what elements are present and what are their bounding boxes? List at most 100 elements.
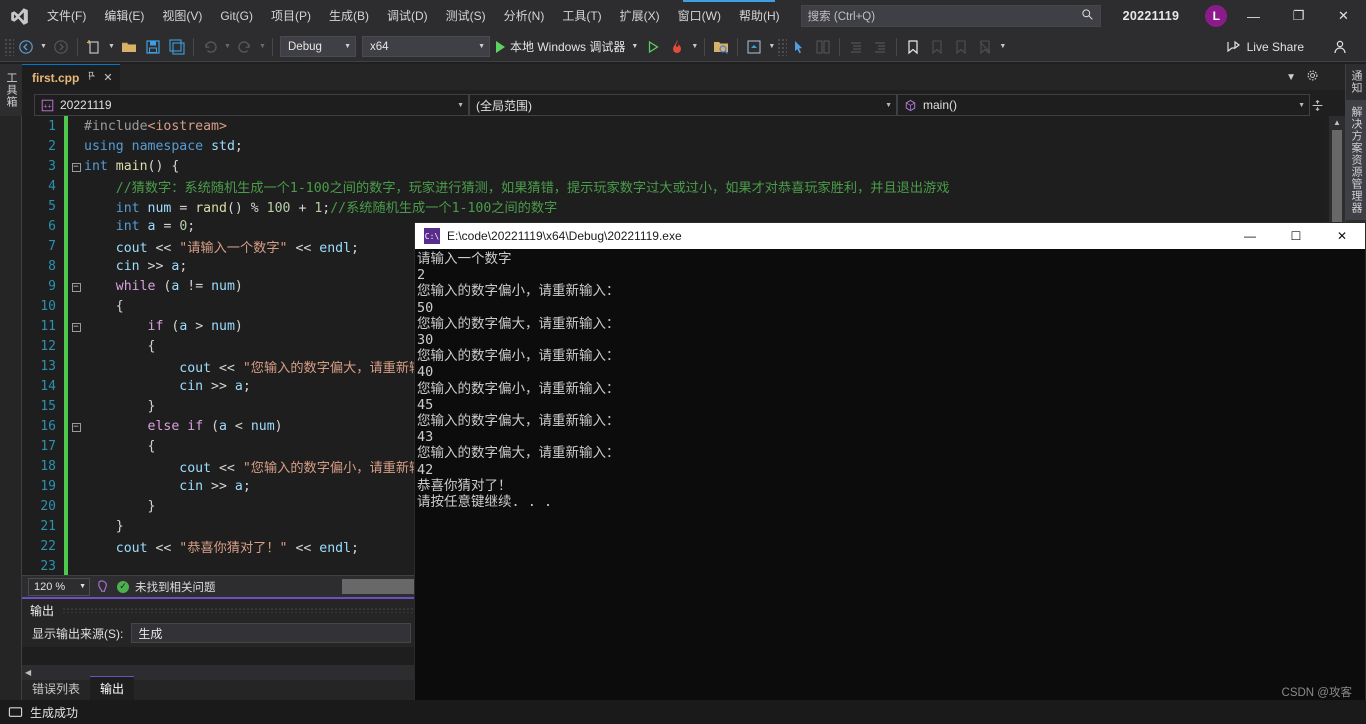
pointer-select-icon[interactable] [787,35,811,59]
fold-toggle[interactable]: − [68,161,84,172]
project-scope-combo[interactable]: ++ 20221119 ▼ [34,94,469,116]
send-feedback-icon[interactable] [1328,35,1352,59]
fold-toggle[interactable]: − [68,421,84,432]
close-icon[interactable]: ✕ [103,71,112,84]
gear-icon[interactable] [1306,69,1319,85]
start-debugging-button[interactable]: 本地 Windows 调试器 ▼ [493,35,641,59]
project-icon: ++ [41,99,54,112]
menu-item-debug[interactable]: 调试(D) [378,0,437,32]
console-output-area[interactable]: 请输入一个数字 2 您输入的数字偏小，请重新输入： 50 您输入的数字偏大，请重新输入：… [415,249,1365,510]
console-minimize-button[interactable]: — [1227,223,1273,249]
hot-reload-dropdown-icon[interactable]: ▼ [689,35,700,59]
save-icon[interactable] [141,35,165,59]
console-maximize-button[interactable]: ☐ [1273,223,1319,249]
change-marker [64,396,68,416]
toolbar-overflow-icon[interactable]: ▼ [997,35,1008,59]
line-number: 16 [40,418,56,434]
hot-reload-icon[interactable] [665,35,689,59]
chevron-down-icon-tabs[interactable]: ▼ [1286,72,1296,83]
code-line[interactable]: 5 int num = rand() % 100 + 1;//系统随机生成一个1… [22,196,1323,216]
search-input[interactable]: 搜索 (Ctrl+Q) [800,5,1101,27]
code-navigation-bar: ++ 20221119 ▼ (全局范围) ▼ main() ▼ [34,94,1324,116]
save-all-icon[interactable] [165,35,189,59]
code-text: #include<iostream> [84,118,227,134]
code-line[interactable]: 1 #include<iostream> [22,116,1323,136]
attach-to-process-icon[interactable] [709,35,733,59]
toggle-bookmark-icon[interactable] [901,35,925,59]
split-editor-icon[interactable] [1310,94,1324,116]
minimize-button[interactable]: — [1231,0,1276,32]
code-line[interactable]: 3 − int main() { [22,156,1323,176]
toolbar-grip[interactable] [4,37,14,56]
menu-item-git[interactable]: Git(G) [211,0,262,32]
menu-item-test[interactable]: 测试(S) [437,0,495,32]
solution-platform-combo[interactable]: x64 ▼ [362,36,490,57]
no-issues-icon: ✓ [117,580,129,593]
editor-status-strip: 120 % ▼ ✓ 未找到相关问题 ◀ [22,575,436,597]
output-source-label: 显示输出来源(S): [32,626,124,641]
menu-item-edit[interactable]: 编辑(E) [95,0,153,32]
code-text: cout << "您输入的数字偏小，请重新输入：" [179,460,457,476]
menu-item-window[interactable]: 窗口(W) [669,0,730,32]
menu-item-analyze[interactable]: 分析(N) [495,0,554,32]
navigate-backward-dropdown-icon[interactable]: ▼ [38,35,49,59]
fold-toggle[interactable]: − [68,321,84,332]
console-line: 您输入的数字偏小，请重新输入： [417,348,620,365]
new-project-dropdown-icon[interactable]: ▼ [106,35,117,59]
svg-text:++: ++ [43,103,52,111]
line-number: 3 [48,158,56,174]
start-without-debugging-icon[interactable] [641,35,665,59]
code-analysis-icon[interactable] [96,579,111,594]
live-share-button[interactable]: Live Share [1226,39,1304,55]
zoom-level-combo[interactable]: 120 % ▼ [28,577,90,596]
console-close-button[interactable]: ✕ [1319,223,1365,249]
new-project-icon[interactable] [82,35,106,59]
toolbox-tab[interactable]: 工具箱 [0,64,22,116]
console-line: 您输入的数字偏大，请重新输入： [417,445,620,462]
menu-item-file[interactable]: 文件(F) [38,0,95,32]
navigate-backward-icon[interactable] [14,35,38,59]
tab-error-list[interactable]: 错误列表 [22,677,90,700]
change-marker [64,116,68,136]
open-file-icon[interactable] [117,35,141,59]
scroll-up-icon[interactable]: ▲ [1329,116,1345,127]
redo-icon [233,35,257,59]
change-marker [64,136,68,156]
fold-toggle[interactable]: − [68,281,84,292]
close-button[interactable]: ✕ [1321,0,1366,32]
member-scope-combo[interactable]: (全局范围) ▼ [469,94,897,116]
solution-explorer-icon[interactable] [742,35,766,59]
code-line[interactable]: 4 //猜数字：系统随机生成一个1-100之间的数字，玩家进行猜测，如果猜错，提… [22,176,1323,196]
console-window[interactable]: C:\ E:\code\20221119\x64\Debug\20221119.… [414,222,1366,724]
menu-item-view[interactable]: 视图(V) [153,0,211,32]
solution-explorer-dropdown-icon[interactable]: ▼ [766,35,777,59]
tab-output[interactable]: 输出 [90,676,135,700]
pin-icon[interactable] [86,71,96,84]
code-line[interactable]: 2 using namespace std; [22,136,1323,156]
notifications-tab[interactable]: 通知 [1346,64,1366,100]
output-hscroll-left-icon[interactable]: ◀ [25,668,31,677]
start-debugging-dropdown-icon[interactable]: ▼ [631,43,638,50]
output-text-area[interactable] [22,647,414,665]
toolbar-grip-2[interactable] [777,37,788,56]
account-avatar[interactable]: L [1205,5,1228,27]
navigate-forward-icon [49,35,73,59]
console-title-bar[interactable]: C:\ E:\code\20221119\x64\Debug\20221119.… [415,223,1365,249]
output-source-combo[interactable]: 生成 [131,623,412,643]
output-drag-handle[interactable] [62,607,414,613]
menu-item-project[interactable]: 项目(P) [262,0,320,32]
menu-item-build[interactable]: 生成(B) [320,0,378,32]
previous-bookmark-icon [925,35,949,59]
solution-configuration-combo[interactable]: Debug ▼ [280,36,356,57]
function-scope-combo[interactable]: main() ▼ [897,94,1310,116]
menu-item-tools[interactable]: 工具(T) [553,0,610,32]
document-tab-first-cpp[interactable]: first.cpp ✕ [22,64,120,90]
console-line: 请输入一个数字 [417,251,512,267]
toolbar-separator-2 [193,37,194,56]
menu-item-extensions[interactable]: 扩展(X) [611,0,669,32]
change-marker [64,296,68,316]
maximize-button[interactable]: ❐ [1276,0,1321,32]
console-title-text: E:\code\20221119\x64\Debug\20221119.exe [447,229,682,243]
menu-item-help[interactable]: 帮助(H) [730,0,789,32]
solution-explorer-tab[interactable]: 解决方案资源管理器 [1346,100,1366,220]
